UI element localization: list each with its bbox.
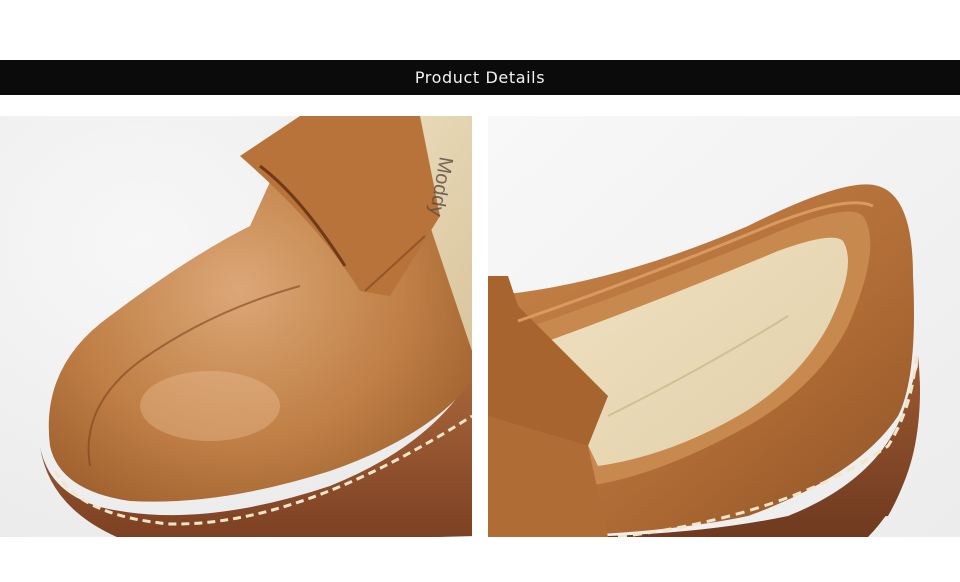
product-photo-toe: Moddy (0, 116, 472, 537)
loafer-insole-illustration (488, 116, 960, 537)
section-banner: Product Details (0, 60, 960, 95)
section-title: Product Details (414, 68, 546, 87)
product-photo-insole (488, 116, 960, 537)
loafer-toe-illustration: Moddy (0, 116, 472, 537)
